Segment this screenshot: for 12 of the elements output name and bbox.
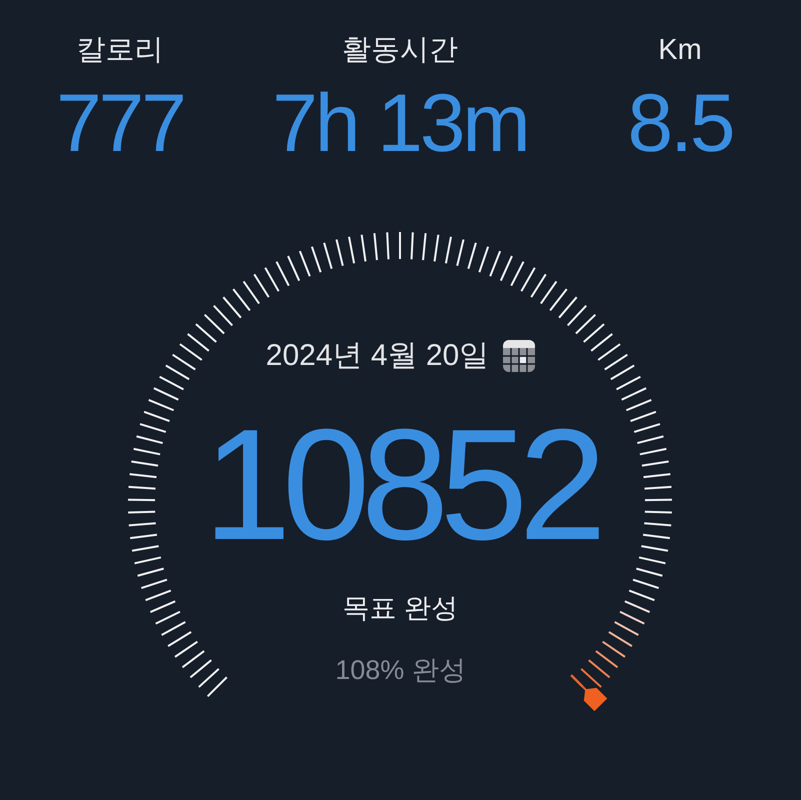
step-count: 10852 [203, 400, 598, 570]
stat-label: 활동시간 [342, 33, 458, 68]
progress-marker [570, 674, 608, 712]
stat-label: 칼로리 [76, 33, 164, 68]
stat-value: 8.5 [628, 77, 732, 171]
goal-status: 목표 완성 [342, 592, 458, 625]
goal-percent: 108% 완성 [335, 654, 466, 687]
stat-value: 7h 13m [272, 77, 528, 171]
date-label: 2024년 4월 20일 [266, 338, 490, 374]
stat-label: Km [658, 33, 702, 68]
calendar-icon[interactable] [503, 340, 536, 372]
stat-value: 777 [56, 77, 184, 171]
